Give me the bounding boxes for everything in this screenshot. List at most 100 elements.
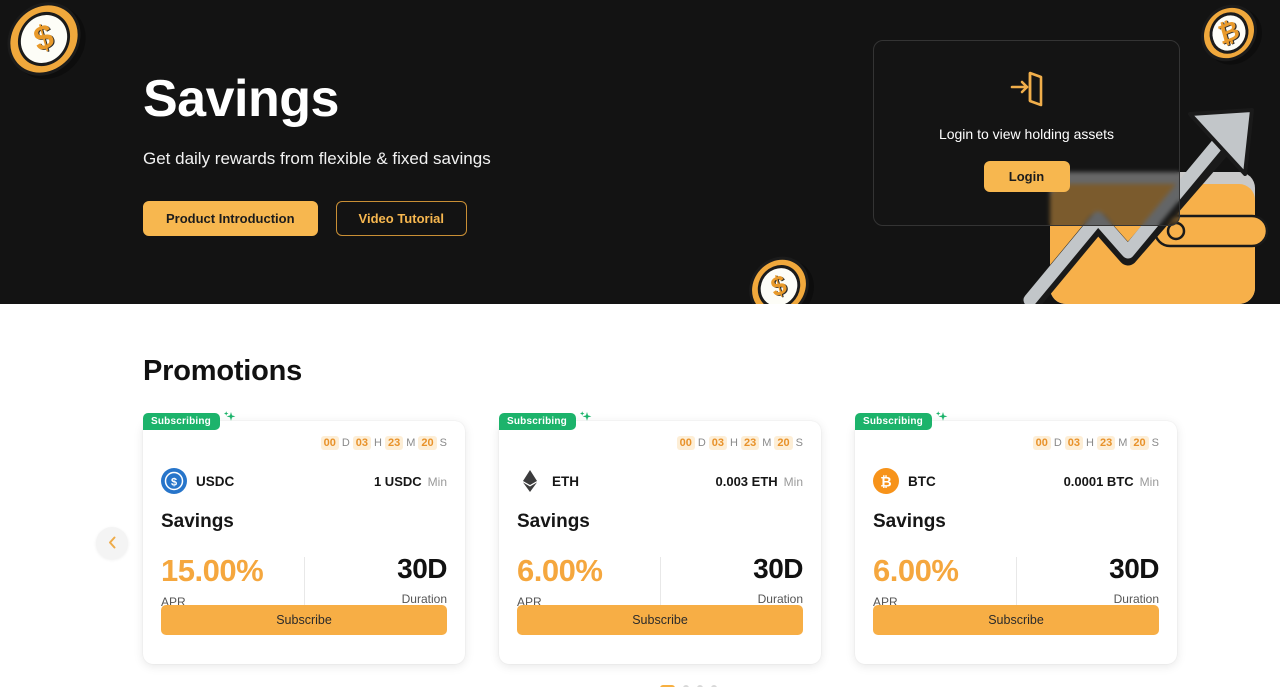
duration-value: 30D bbox=[753, 553, 803, 584]
card-asset-row: ₿ BTC 0.0001 BTC Min bbox=[873, 468, 1159, 494]
apr-value: 6.00% bbox=[517, 553, 603, 588]
countdown-minutes: 23 bbox=[384, 436, 404, 450]
promotions-title: Promotions bbox=[143, 355, 303, 387]
countdown-seconds-unit: S bbox=[795, 437, 803, 449]
asset-minimum: 0.0001 BTC Min bbox=[1064, 474, 1159, 489]
subscribe-button[interactable]: Subscribe bbox=[517, 605, 803, 635]
asset-identity: $ USDC bbox=[161, 468, 234, 494]
usdc-icon: $ bbox=[161, 468, 187, 494]
apr-value: 15.00% bbox=[161, 553, 264, 588]
min-label: Min bbox=[427, 474, 447, 489]
video-tutorial-button[interactable]: Video Tutorial bbox=[335, 200, 468, 236]
min-amount: 0.0001 BTC bbox=[1063, 473, 1134, 489]
countdown-minutes: 23 bbox=[1096, 436, 1116, 450]
asset-identity: ETH bbox=[517, 468, 579, 494]
duration-label: Duration bbox=[401, 592, 447, 606]
countdown-seconds: 20 bbox=[1130, 436, 1149, 450]
countdown-days-unit: D bbox=[1053, 437, 1062, 449]
hero-banner: $ ₿ $ Savings Get daily rewards from fle… bbox=[0, 0, 1280, 304]
countdown-minutes-unit: M bbox=[406, 437, 416, 449]
card-badge-wrap: Subscribing bbox=[143, 411, 236, 430]
subscribe-button[interactable]: Subscribe bbox=[161, 605, 447, 635]
asset-minimum: 0.003 ETH Min bbox=[716, 474, 804, 489]
card-stats: 6.00% APR 30D Duration bbox=[873, 553, 1159, 610]
product-name: Savings bbox=[517, 511, 590, 532]
asset-symbol: BTC bbox=[908, 473, 936, 489]
countdown-days: 00 bbox=[320, 436, 339, 450]
min-amount: 1 USDC bbox=[373, 473, 422, 489]
card-asset-row: ETH 0.003 ETH Min bbox=[517, 468, 803, 494]
countdown-timer: 00 D 03 H 23 M 20 S bbox=[676, 436, 803, 450]
apr-stat: 6.00% APR bbox=[873, 555, 1016, 609]
countdown-hours: 03 bbox=[708, 436, 728, 450]
svg-text:$: $ bbox=[171, 477, 177, 489]
min-amount: 0.003 ETH bbox=[715, 473, 778, 489]
sparkle-icon bbox=[935, 411, 948, 421]
login-door-icon bbox=[1010, 71, 1042, 107]
countdown-minutes-unit: M bbox=[762, 437, 772, 449]
min-label: Min bbox=[1139, 474, 1159, 489]
min-label: Min bbox=[783, 474, 803, 489]
card-badge-wrap: Subscribing bbox=[499, 411, 592, 430]
countdown-days-unit: D bbox=[697, 437, 706, 449]
duration-stat: 30D Duration bbox=[661, 553, 803, 607]
countdown-timer: 00 D 03 H 23 M 20 S bbox=[320, 436, 447, 450]
countdown-seconds: 20 bbox=[418, 436, 437, 450]
promotion-card[interactable]: Subscribing 00 D 03 H 23 M 20 S ₿ BTC 0.0001 BTC Min… bbox=[855, 411, 1177, 664]
asset-symbol: ETH bbox=[552, 473, 579, 489]
product-name: Savings bbox=[161, 511, 234, 532]
card-stats: 15.00% APR 30D Duration bbox=[161, 553, 447, 610]
asset-symbol: USDC bbox=[196, 473, 235, 489]
login-message: Login to view holding assets bbox=[938, 126, 1115, 142]
card-asset-row: $ USDC 1 USDC Min bbox=[161, 468, 447, 494]
coin-dollar-icon: $ bbox=[742, 247, 816, 304]
countdown-hours-unit: H bbox=[374, 437, 382, 449]
chevron-left-icon bbox=[108, 536, 115, 549]
countdown-hours: 03 bbox=[352, 436, 372, 450]
subscribe-button[interactable]: Subscribe bbox=[873, 605, 1159, 635]
promotions-carousel: Subscribing 00 D 03 H 23 M 20 S $ USDC 1 USDC Min Sav… bbox=[96, 411, 1280, 687]
countdown-minutes: 23 bbox=[740, 436, 760, 450]
apr-value: 6.00% bbox=[873, 553, 959, 588]
apr-stat: 6.00% APR bbox=[517, 555, 660, 609]
status-badge: Subscribing bbox=[143, 413, 220, 430]
carousel-prev-button[interactable] bbox=[96, 526, 128, 559]
duration-label: Duration bbox=[757, 592, 803, 606]
countdown-hours: 03 bbox=[1064, 436, 1084, 450]
card-badge-wrap: Subscribing bbox=[855, 411, 948, 430]
promotions-section: Promotions Subscribing 00 D 03 H 23 M 20 S $ USDC 1… bbox=[0, 304, 1280, 687]
countdown-seconds: 20 bbox=[774, 436, 793, 450]
duration-label: Duration bbox=[1113, 592, 1159, 606]
duration-stat: 30D Duration bbox=[305, 553, 447, 607]
duration-value: 30D bbox=[1109, 553, 1159, 584]
sparkle-icon bbox=[579, 411, 592, 421]
card-stats: 6.00% APR 30D Duration bbox=[517, 553, 803, 610]
status-badge: Subscribing bbox=[499, 413, 576, 430]
promotion-card[interactable]: Subscribing 00 D 03 H 23 M 20 S $ USDC 1 USDC Min Sav… bbox=[143, 411, 465, 664]
promotion-card[interactable]: Subscribing 00 D 03 H 23 M 20 S ETH 0.003 ETH Min Sa… bbox=[499, 411, 821, 664]
asset-identity: ₿ BTC bbox=[873, 468, 936, 494]
product-introduction-button[interactable]: Product Introduction bbox=[143, 200, 318, 236]
countdown-hours-unit: H bbox=[730, 437, 738, 449]
status-badge: Subscribing bbox=[855, 413, 932, 430]
promotion-cards-list: Subscribing 00 D 03 H 23 M 20 S $ USDC 1 USDC Min Sav… bbox=[143, 411, 1280, 664]
duration-stat: 30D Duration bbox=[1017, 553, 1159, 607]
countdown-seconds-unit: S bbox=[1151, 437, 1159, 449]
apr-stat: 15.00% APR bbox=[161, 555, 304, 609]
asset-minimum: 1 USDC Min bbox=[374, 474, 447, 489]
login-panel: Login to view holding assets Login bbox=[873, 40, 1180, 226]
countdown-days: 00 bbox=[1032, 436, 1051, 450]
countdown-minutes-unit: M bbox=[1118, 437, 1128, 449]
countdown-timer: 00 D 03 H 23 M 20 S bbox=[1032, 436, 1159, 450]
countdown-days: 00 bbox=[676, 436, 695, 450]
svg-text:₿: ₿ bbox=[880, 474, 891, 490]
countdown-hours-unit: H bbox=[1086, 437, 1094, 449]
coin-dollar-symbol: $ bbox=[752, 258, 806, 304]
login-button[interactable]: Login bbox=[983, 161, 1070, 192]
duration-value: 30D bbox=[397, 553, 447, 584]
product-name: Savings bbox=[873, 511, 946, 532]
countdown-days-unit: D bbox=[341, 437, 350, 449]
btc-icon: ₿ bbox=[873, 468, 899, 494]
sparkle-icon bbox=[223, 411, 236, 421]
eth-icon bbox=[523, 470, 537, 492]
